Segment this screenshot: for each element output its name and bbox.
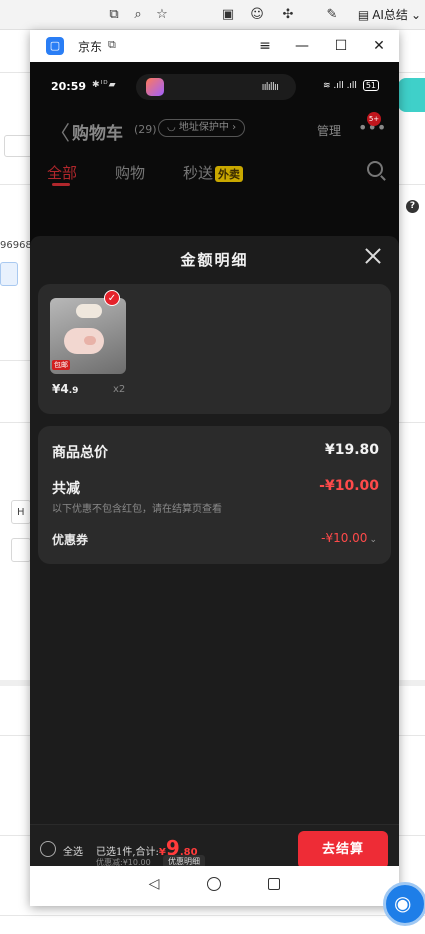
- back-triangle-icon[interactable]: ◁: [144, 874, 164, 894]
- extension-avatar-icon[interactable]: ☺: [248, 6, 266, 24]
- takeout-tag: 外卖: [215, 166, 244, 182]
- ai-summary-button[interactable]: ▤ AI总结 ⌄: [358, 6, 421, 23]
- item-price: ¥4.9: [52, 382, 78, 396]
- tab-instant-delivery-label: 秒送: [183, 164, 214, 182]
- select-all-label[interactable]: 全选: [63, 843, 83, 858]
- close-icon[interactable]: ✕: [369, 36, 389, 56]
- home-circle-icon[interactable]: [207, 877, 221, 891]
- status-time: 20:59: [51, 80, 87, 93]
- product-image-part: [76, 304, 102, 318]
- product-image-part: [84, 336, 96, 345]
- price-summary-card: 商品总价 ¥19.80 共减 -¥10.00 以下优惠不包含红包，请在结算页查看…: [38, 426, 391, 564]
- maximize-icon[interactable]: ☐: [331, 36, 351, 56]
- coupon-label: 优惠券: [52, 533, 89, 547]
- wifi-signal-icon: ≋ .ıll .ıll: [322, 81, 357, 91]
- music-app-icon: [146, 78, 164, 96]
- tab-instant-delivery[interactable]: 秒送 外卖: [183, 162, 244, 183]
- tab-all[interactable]: 全部: [47, 162, 77, 183]
- zoom-icon[interactable]: ⌕: [129, 6, 147, 24]
- recent-apps-icon[interactable]: [268, 878, 280, 890]
- checkout-button[interactable]: 去结算: [298, 831, 388, 866]
- total-price-label: 商品总价: [52, 445, 108, 461]
- discount-value: -¥10.00: [319, 478, 379, 494]
- divider: [0, 360, 30, 361]
- bg-button[interactable]: [0, 262, 18, 286]
- manage-button[interactable]: 管理: [317, 122, 341, 139]
- window-titlebar[interactable]: ▢ 京东 ⧉ ≡ — ☐ ✕: [30, 30, 399, 62]
- divider: [0, 915, 425, 916]
- discount-summary: 优惠减:¥10.00: [96, 858, 151, 866]
- side-widget-icon[interactable]: [398, 78, 425, 112]
- address-protect-pill[interactable]: ◡ 地址保护中 ›: [158, 119, 246, 137]
- discount-detail-button[interactable]: 优惠明细: [163, 855, 205, 866]
- bg-input[interactable]: H: [11, 500, 31, 524]
- total-price-value: ¥19.80: [324, 442, 379, 458]
- product-thumbnail[interactable]: 包邮: [50, 298, 126, 374]
- back-arrow-icon[interactable]: 〈: [50, 117, 70, 146]
- tab-shopping[interactable]: 购物: [115, 162, 145, 183]
- cart-title: 购物车: [72, 124, 123, 144]
- chevron-down-icon: ⌄: [410, 7, 421, 22]
- close-icon[interactable]: [361, 244, 385, 268]
- dynamic-island: ıılıllıı: [136, 74, 296, 100]
- shield-icon: ◡: [167, 122, 179, 133]
- signal-battery: ≋ .ıll .ıll 51: [323, 80, 379, 91]
- app-logo-icon: ▢: [46, 37, 64, 55]
- status-icons: ✱ᴵᴰ▰: [92, 80, 117, 90]
- phone-screen: 20:59 ✱ᴵᴰ▰ ıılıllıı ≋ .ıll .ıll 51 〈 购物车…: [30, 62, 399, 866]
- assistant-icon: ◉: [394, 891, 412, 915]
- message-badge: 5+: [367, 112, 381, 126]
- checkout-bar: 全选 已选1件,合计:¥9.80 优惠减:¥10.00 优惠明细 去结算: [30, 824, 399, 866]
- floating-assistant-button[interactable]: ◉: [383, 882, 425, 926]
- cart-header: 〈 购物车 (29) ◡ 地址保护中 › 管理 ••• 5+: [30, 112, 399, 152]
- screenshot-icon[interactable]: ⧉: [105, 6, 123, 24]
- sheet-title: 金额明细: [180, 251, 249, 269]
- select-all-radio[interactable]: [40, 841, 56, 857]
- cart-count: (29): [134, 123, 157, 136]
- checked-icon[interactable]: ✓: [104, 290, 120, 306]
- item-price-decimal: .9: [68, 386, 79, 396]
- bookmark-star-icon[interactable]: ☆: [153, 6, 171, 24]
- free-shipping-tag: 包邮: [52, 360, 70, 370]
- product-card: 包邮 ✓ ¥4.9 x2: [38, 284, 391, 414]
- help-icon[interactable]: ?: [406, 200, 419, 213]
- ai-summary-label: AI总结: [372, 8, 408, 22]
- android-nav-bar: ◁: [30, 866, 399, 906]
- chevron-right-icon: ›: [228, 122, 237, 133]
- amount-detail-sheet: 金额明细 包邮 ✓ ¥4.9 x2 商品总价 ¥19.80 共减 -¥10.00…: [30, 236, 399, 866]
- item-quantity: x2: [113, 384, 126, 395]
- ai-summary-icon: ▤: [357, 7, 370, 22]
- phone-mirror-window: ▢ 京东 ⧉ ≡ — ☐ ✕ 20:59 ✱ᴵᴰ▰ ıılıllıı ≋ .ıl…: [30, 30, 399, 906]
- minimize-icon[interactable]: —: [292, 36, 312, 56]
- tab-active-indicator: [52, 183, 70, 186]
- address-protect-label: 地址保护中: [178, 122, 229, 133]
- discount-note: 以下优惠不包含红包，请在结算页查看: [52, 504, 222, 515]
- extensions-puzzle-icon[interactable]: ✣: [279, 6, 297, 24]
- search-icon[interactable]: [367, 161, 383, 177]
- cart-tabs: 全部 购物 秒送 外卖: [30, 157, 399, 197]
- browser-toolbar: ⧉ ⌕ ☆ ▣ ☺ ✣ ✎ ▤ AI总结 ⌄: [0, 0, 425, 30]
- discount-label: 共减: [52, 481, 80, 497]
- bg-input[interactable]: [11, 538, 31, 562]
- status-bar: 20:59 ✱ᴵᴰ▰ ıılıllıı ≋ .ıll .ıll 51: [30, 62, 399, 102]
- window-title: 京东: [78, 40, 103, 54]
- qr-code-icon[interactable]: ▣: [219, 6, 237, 24]
- pin-window-icon[interactable]: ⧉: [108, 38, 116, 52]
- audio-wave-icon: ıılıllıı: [261, 80, 279, 93]
- coupon-row[interactable]: -¥10.00 ⌄: [321, 531, 377, 545]
- menu-icon[interactable]: ≡: [255, 36, 275, 56]
- chevron-down-icon: ⌄: [369, 535, 377, 545]
- coupon-value: -¥10.00: [321, 531, 368, 545]
- bg-input-text: H: [17, 507, 25, 518]
- translate-icon[interactable]: ✎: [323, 6, 341, 24]
- item-price-main: ¥4: [52, 382, 69, 396]
- battery-level: 51: [362, 80, 379, 91]
